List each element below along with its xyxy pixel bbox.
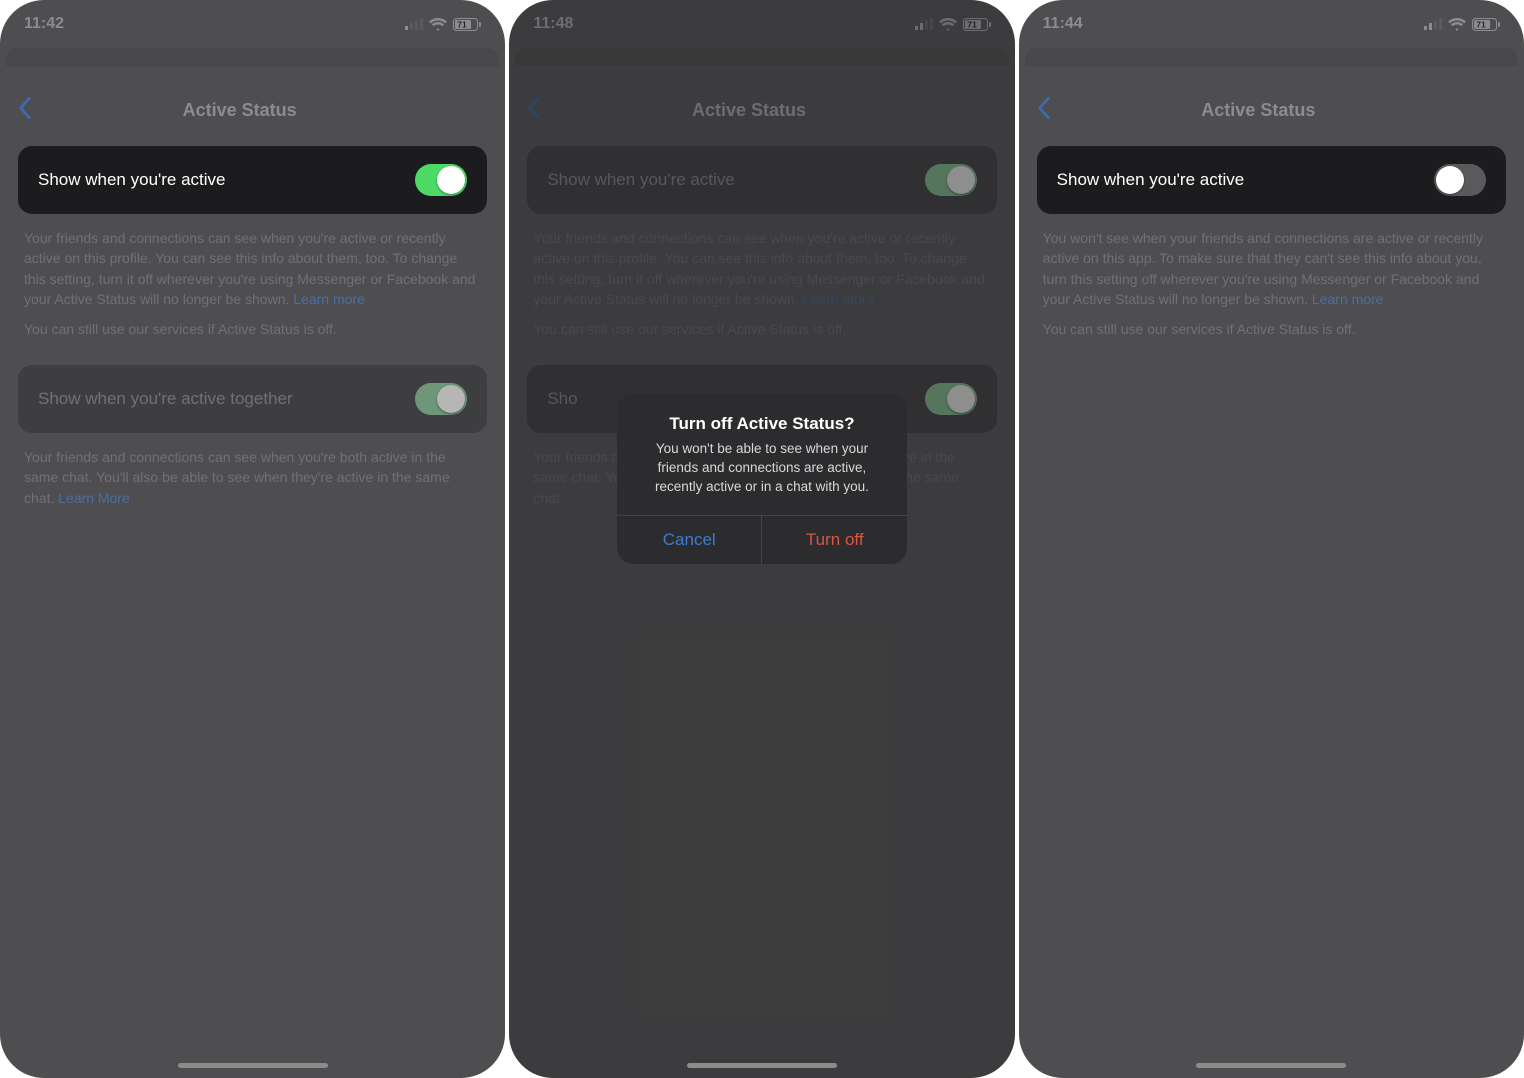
learn-more-link[interactable]: Learn more bbox=[293, 291, 365, 307]
dialog-title: Turn off Active Status? bbox=[637, 414, 887, 434]
turn-off-dialog: Turn off Active Status? You won't be abl… bbox=[617, 394, 907, 564]
home-indicator[interactable] bbox=[1196, 1063, 1346, 1068]
wifi-icon bbox=[429, 18, 447, 31]
nav-bar: Active Status bbox=[1019, 84, 1524, 136]
learn-more-link[interactable]: Learn more bbox=[1312, 291, 1384, 307]
show-active-row[interactable]: Show when you're active bbox=[18, 146, 487, 214]
cancel-button[interactable]: Cancel bbox=[617, 516, 763, 564]
show-active-label: Show when you're active bbox=[38, 170, 226, 190]
status-time: 11:44 bbox=[1043, 15, 1083, 33]
show-active-together-label: Show when you're active together bbox=[38, 389, 293, 409]
status-icons: 71 bbox=[1424, 18, 1500, 31]
home-indicator[interactable] bbox=[687, 1063, 837, 1068]
show-active-together-desc: Your friends and connections can see whe… bbox=[18, 433, 487, 516]
status-bar: 11:42 71 bbox=[0, 0, 505, 48]
status-icons: 71 bbox=[405, 18, 481, 31]
back-icon[interactable] bbox=[18, 96, 32, 125]
turn-off-button[interactable]: Turn off bbox=[762, 516, 907, 564]
screen-active-status-off: 11:44 71 Active Status Show when you're … bbox=[1019, 0, 1524, 1078]
page-title: Active Status bbox=[1029, 100, 1488, 121]
show-active-label: Show when you're active bbox=[1057, 170, 1245, 190]
show-active-toggle[interactable] bbox=[415, 164, 467, 196]
show-active-toggle[interactable] bbox=[1434, 164, 1486, 196]
cellular-icon bbox=[1424, 18, 1442, 30]
show-active-desc: You won't see when your friends and conn… bbox=[1037, 214, 1506, 317]
services-note: You can still use our services if Active… bbox=[18, 317, 487, 365]
show-active-row[interactable]: Show when you're active bbox=[1037, 146, 1506, 214]
home-indicator[interactable] bbox=[178, 1063, 328, 1068]
nav-bar: Active Status bbox=[0, 84, 505, 136]
battery-icon: 71 bbox=[1472, 18, 1500, 31]
status-bar: 11:44 71 bbox=[1019, 0, 1524, 48]
screen-confirm-dialog: 11:48 71 Active Status Show when you're … bbox=[509, 0, 1014, 1078]
page-title: Active Status bbox=[10, 100, 469, 121]
show-active-together-toggle[interactable] bbox=[415, 383, 467, 415]
show-active-together-row[interactable]: Show when you're active together bbox=[18, 365, 487, 433]
show-active-desc: Your friends and connections can see whe… bbox=[18, 214, 487, 317]
services-note: You can still use our services if Active… bbox=[1037, 317, 1506, 365]
back-icon[interactable] bbox=[1037, 96, 1051, 125]
svg-text:71: 71 bbox=[458, 19, 468, 29]
status-time: 11:42 bbox=[24, 15, 64, 33]
dialog-message: You won't be able to see when your frien… bbox=[637, 440, 887, 497]
cellular-icon bbox=[405, 18, 423, 30]
modal-scrim[interactable]: Turn off Active Status? You won't be abl… bbox=[509, 0, 1014, 1078]
battery-icon: 71 bbox=[453, 18, 481, 31]
wifi-icon bbox=[1448, 18, 1466, 31]
learn-more-link-2[interactable]: Learn More bbox=[58, 490, 130, 506]
svg-text:71: 71 bbox=[1476, 19, 1486, 29]
screen-active-status-on: 11:42 71 Active Status Show when you're … bbox=[0, 0, 505, 1078]
